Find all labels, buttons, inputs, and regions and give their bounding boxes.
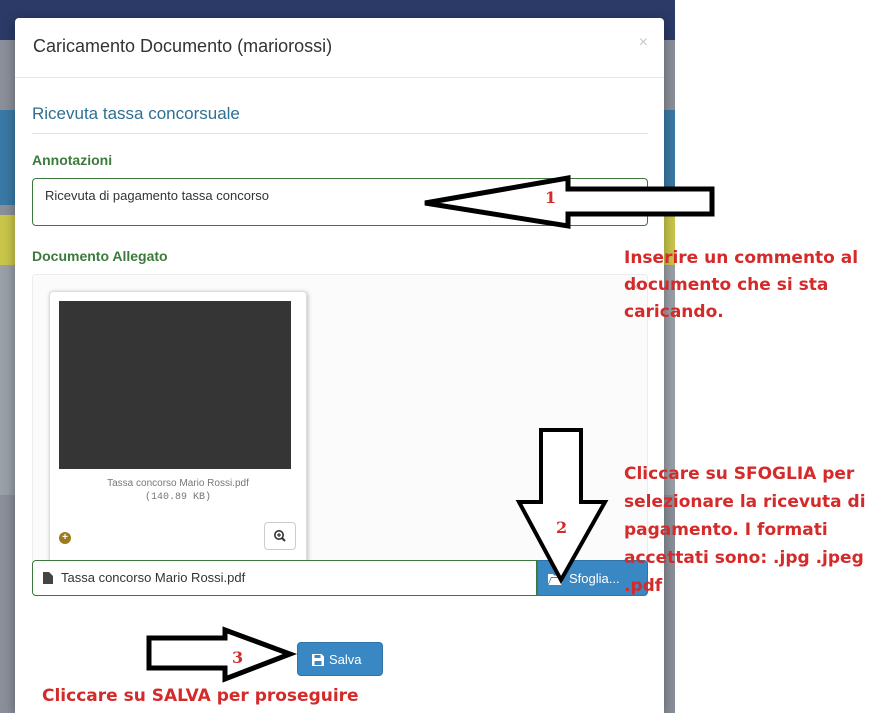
step-1-number: 1: [545, 188, 557, 207]
file-name-field[interactable]: Tassa concorso Mario Rossi.pdf: [32, 560, 537, 596]
file-name-value: Tassa concorso Mario Rossi.pdf: [61, 570, 246, 585]
section-title: Ricevuta tassa concorsuale: [32, 104, 240, 123]
save-button[interactable]: Salva: [297, 642, 383, 676]
file-input-group: Tassa concorso Mario Rossi.pdf Sfoglia..…: [32, 560, 648, 596]
zoom-button[interactable]: [264, 522, 296, 550]
annotations-label: Annotazioni: [32, 152, 113, 168]
zoom-in-icon: [274, 530, 286, 542]
section-divider: [32, 133, 648, 134]
step-3-note: Cliccare su SALVA per proseguire: [42, 686, 359, 706]
document-label: Documento Allegato: [32, 248, 168, 264]
folder-open-icon: [548, 574, 564, 585]
file-thumbnail-image: [59, 301, 291, 469]
file-thumbnail-caption: Tassa concorso Mario Rossi.pdf: [107, 478, 249, 489]
modal-title: Caricamento Documento (mariorossi): [33, 36, 333, 56]
plus-circle-icon[interactable]: +: [59, 532, 71, 544]
file-thumbnail-size: (140.89 KB): [144, 492, 211, 503]
step-1-note: Inserire un commento al documento che si…: [624, 248, 859, 322]
modal-header: Caricamento Documento (mariorossi) ×: [15, 18, 664, 78]
file-icon: [43, 572, 53, 584]
upload-modal: Caricamento Documento (mariorossi) × Ric…: [15, 18, 664, 713]
close-icon[interactable]: ×: [639, 34, 648, 52]
save-label: Salva: [329, 652, 362, 667]
step-2-note: Cliccare su SFOGLIA per selezionare la r…: [624, 464, 866, 596]
step-3-number: 3: [232, 648, 244, 667]
browse-label: Sfoglia...: [569, 571, 620, 586]
step-2-number: 2: [556, 518, 568, 537]
floppy-disk-icon: [312, 654, 324, 666]
file-thumbnail-card: Tassa concorso Mario Rossi.pdf (140.89 K…: [49, 291, 307, 565]
